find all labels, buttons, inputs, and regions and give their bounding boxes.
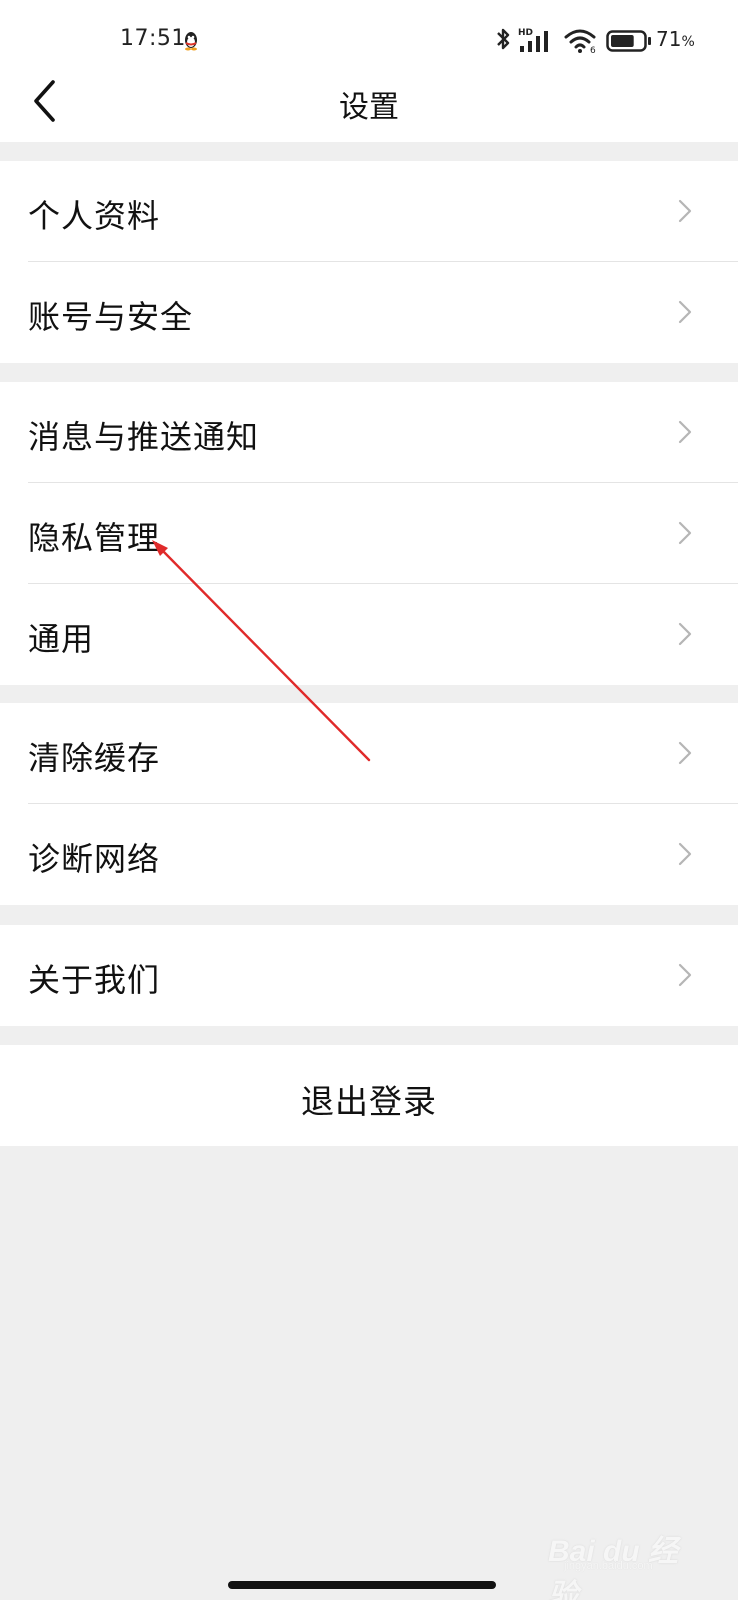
settings-item-label: 消息与推送通知 — [28, 418, 260, 456]
settings-item-notifications[interactable]: 消息与推送通知 — [0, 382, 738, 483]
settings-item-label: 通用 — [28, 620, 95, 658]
chevron-right-icon — [678, 963, 692, 987]
settings-item-account-security[interactable]: 账号与安全 — [0, 262, 738, 363]
chevron-right-icon — [678, 199, 692, 223]
settings-item-label: 个人资料 — [28, 197, 161, 235]
watermark-subtext: jingyan.baidu.com — [564, 1560, 653, 1572]
settings-group-preferences: 消息与推送通知 隐私管理 通用 — [0, 382, 738, 685]
battery-percent: 71% — [656, 27, 695, 51]
chevron-right-icon — [678, 622, 692, 646]
logout-button[interactable]: 退出登录 — [0, 1045, 738, 1146]
settings-screen: 17:51 HD 6 71% 设置 个人资料 账号与安全 消息与推送通知 隐私管… — [0, 0, 738, 1600]
wifi-icon: 6 — [564, 29, 596, 54]
settings-item-network-diagnosis[interactable]: 诊断网络 — [0, 804, 738, 905]
chevron-right-icon — [678, 300, 692, 324]
settings-item-label: 关于我们 — [28, 961, 161, 999]
settings-group-about: 关于我们 — [0, 925, 738, 1026]
settings-item-privacy[interactable]: 隐私管理 — [0, 483, 738, 584]
settings-item-label: 隐私管理 — [28, 519, 161, 557]
svg-text:HD: HD — [518, 28, 533, 38]
page-title: 设置 — [339, 90, 399, 125]
chevron-right-icon — [678, 420, 692, 444]
bluetooth-icon — [497, 28, 510, 50]
svg-text:6: 6 — [590, 46, 596, 54]
settings-group-account: 个人资料 账号与安全 — [0, 161, 738, 363]
chevron-right-icon — [678, 842, 692, 866]
battery-icon — [606, 30, 651, 52]
chevron-right-icon — [678, 741, 692, 765]
signal-icon: HD — [518, 28, 548, 52]
status-icons: HD 6 71% — [478, 24, 738, 54]
logout-label: 退出登录 — [301, 1082, 437, 1121]
settings-item-profile[interactable]: 个人资料 — [0, 161, 738, 262]
baidu-watermark: Bai du 经验 jingyan.baidu.com — [548, 1522, 698, 1600]
settings-item-about-us[interactable]: 关于我们 — [0, 925, 738, 1026]
status-time: 17:51 — [120, 26, 186, 51]
status-bar: 17:51 HD 6 71% — [0, 0, 738, 64]
settings-item-label: 清除缓存 — [28, 739, 161, 777]
settings-item-label: 诊断网络 — [28, 840, 161, 878]
settings-item-general[interactable]: 通用 — [0, 584, 738, 685]
home-indicator[interactable] — [228, 1581, 496, 1589]
chevron-right-icon — [678, 521, 692, 545]
qq-icon — [185, 32, 197, 51]
nav-bar: 设置 — [0, 64, 738, 142]
settings-item-clear-cache[interactable]: 清除缓存 — [0, 703, 738, 804]
settings-item-label: 账号与安全 — [28, 298, 194, 336]
settings-group-maintenance: 清除缓存 诊断网络 — [0, 703, 738, 905]
